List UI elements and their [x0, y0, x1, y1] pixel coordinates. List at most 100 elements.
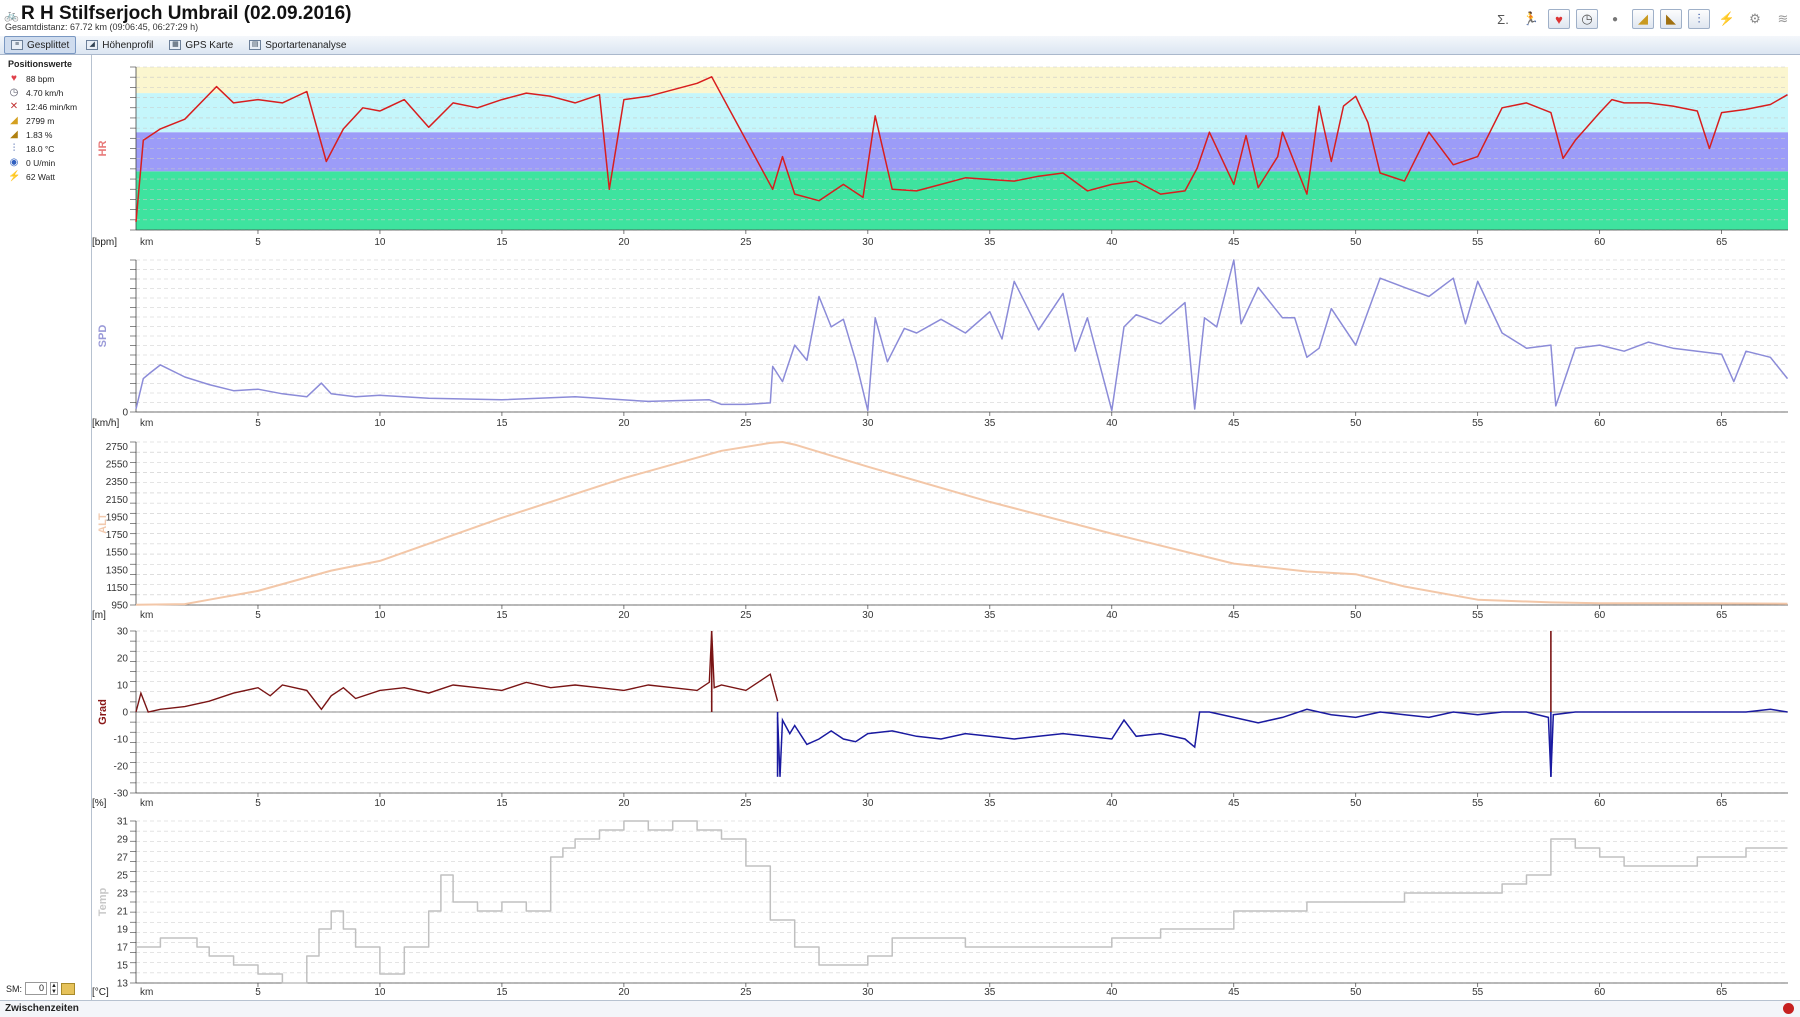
tab-gesplittet[interactable]: ≡ Gesplittet	[4, 36, 77, 54]
tab-label: Gesplittet	[27, 39, 70, 51]
charts-svg: HR[bpm] km 5 10 15 20 25 30 35 40 45 50 55 60 650SPD[k…	[92, 66, 1789, 998]
y-tick-label: 19	[117, 925, 129, 936]
lightning-icon[interactable]: ⚡	[1716, 9, 1738, 29]
x-tick-label: 40	[1106, 798, 1118, 809]
x-tick-label: 60	[1594, 610, 1606, 621]
power-status-icon[interactable]	[1783, 1003, 1794, 1014]
x-tick-label: 25	[740, 418, 752, 429]
pace-value: ✕ 12:46 min/km	[8, 101, 77, 112]
heart-icon[interactable]: ♥	[1548, 9, 1570, 29]
x-tick-label: 15	[496, 610, 508, 621]
map-icon: ▦	[169, 40, 182, 50]
x-tick-label: 50	[1350, 610, 1362, 621]
x-axis-unit: km	[140, 798, 153, 809]
value-text: 12:46 min/km	[26, 101, 78, 112]
chart-panel-spd	[130, 259, 1789, 416]
x-tick-label: 40	[1106, 237, 1118, 248]
runner-icon[interactable]: 🏃	[1520, 9, 1542, 29]
profile-icon: ◢	[86, 40, 99, 50]
value-text: 0 U/min	[26, 157, 56, 168]
cyclist-icon: 🚲	[4, 8, 19, 22]
wind-icon[interactable]: ≋	[1772, 9, 1794, 29]
tab-label: Höhenprofil	[102, 39, 154, 51]
x-tick-label: 55	[1472, 610, 1484, 621]
value-text: 4.70 km/h	[26, 87, 64, 98]
folder-icon[interactable]	[61, 982, 76, 995]
y-axis-label: HR	[97, 141, 109, 157]
sigma-icon[interactable]: Σ.	[1492, 9, 1514, 29]
y-tick-label: 21	[117, 907, 129, 918]
y-tick-label: 1150	[106, 583, 128, 594]
chart-panel-hr	[130, 66, 1788, 234]
x-axis-unit: km	[140, 418, 153, 429]
dot-icon[interactable]: ●	[1604, 9, 1626, 29]
sm-input[interactable]: 0	[25, 982, 48, 995]
y-tick-label: 25	[117, 871, 129, 882]
x-tick-label: 25	[740, 798, 752, 809]
y-tick-label: 15	[117, 961, 129, 972]
slope-icon[interactable]: ◣	[1660, 9, 1682, 29]
unit-label: [°C]	[92, 987, 109, 998]
x-tick-label: 65	[1716, 418, 1728, 429]
x-tick-label: 30	[862, 798, 874, 809]
unit-label: [km/h]	[92, 418, 119, 429]
tab-label: Sportartenanalyse	[265, 39, 347, 51]
x-tick-label: 5	[255, 237, 261, 248]
y-axis-label: Temp	[97, 887, 109, 916]
intermediate-times-label[interactable]: Zwischenzeiten	[5, 1003, 79, 1014]
x-tick-label: 65	[1716, 798, 1728, 809]
y-tick-label: 29	[117, 835, 129, 846]
panel-title: Positionswerte	[8, 59, 73, 69]
y-tick-label: -20	[114, 762, 129, 773]
hr-zone-0	[136, 171, 1788, 230]
sm-spinner[interactable]: ▲ ▼	[50, 982, 59, 995]
y-tick-label: 2150	[106, 495, 129, 506]
analysis-icon: ▤	[249, 40, 262, 50]
y-tick-label: 23	[117, 889, 129, 900]
cadence-icon[interactable]: ⚙	[1744, 9, 1766, 29]
x-tick-label: 25	[740, 610, 752, 621]
x-tick-label: 30	[862, 418, 874, 429]
ascent-icon[interactable]: ◢	[1632, 9, 1654, 29]
y-tick-label: 1350	[106, 565, 129, 576]
y-tick-label: 31	[117, 817, 129, 828]
thermometer-icon: ⫶	[12, 143, 16, 154]
x-tick-label: 10	[374, 798, 386, 809]
value-text: 2799 m	[26, 115, 55, 126]
thermometer-icon[interactable]: ⫶	[1688, 9, 1710, 29]
title-bar: 🚲 R H Stilfserjoch Umbrail (02.09.2016) G…	[0, 0, 1800, 36]
chart-panel-alt	[130, 441, 1788, 609]
x-tick-label: 20	[618, 987, 630, 998]
x-tick-label: 50	[1350, 237, 1362, 248]
x-tick-label: 5	[255, 987, 261, 998]
x-tick-label: 10	[374, 237, 386, 248]
y-tick-label: 2350	[106, 477, 129, 488]
split-view-icon: ≡	[11, 40, 23, 50]
y-tick-label: 1750	[106, 530, 129, 541]
y-tick-label: -30	[114, 789, 129, 800]
x-tick-label: 65	[1716, 610, 1728, 621]
position-values-panel: Positionswerte ♥ 88 bpm ◷ 4.70 km/h ✕ 12:46…	[0, 55, 92, 1000]
chart-panel-temp	[130, 820, 1788, 987]
x-tick-label: 65	[1716, 987, 1728, 998]
x-tick-label: 30	[862, 237, 874, 248]
x-tick-label: 5	[255, 610, 261, 621]
x-tick-label: 50	[1350, 798, 1362, 809]
tab-gps-karte[interactable]: ▦ GPS Karte	[163, 37, 239, 53]
y-axis-label: ALT	[97, 513, 109, 534]
y-axis-label: SPD	[97, 325, 109, 348]
tab-sportartenanalyse[interactable]: ▤ Sportartenanalyse	[243, 37, 352, 53]
view-tabs: ≡ Gesplittet ◢ Höhenprofil ▦ GPS Karte ▤ Spo…	[0, 36, 1800, 55]
x-tick-label: 5	[255, 418, 261, 429]
x-axis-unit: km	[140, 987, 153, 998]
clock-icon[interactable]: ◷	[1576, 9, 1598, 29]
x-tick-label: 40	[1106, 610, 1118, 621]
x-tick-label: 45	[1228, 237, 1240, 248]
value-text: 1.83 %	[26, 129, 53, 140]
x-tick-label: 30	[862, 987, 874, 998]
x-tick-label: 5	[255, 798, 261, 809]
x-tick-label: 20	[618, 798, 630, 809]
cadence-icon: ◉	[9, 157, 19, 168]
tab-hoehenprofil[interactable]: ◢ Höhenprofil	[80, 37, 159, 53]
gradient-value: ◢ 1.83 %	[8, 129, 52, 140]
